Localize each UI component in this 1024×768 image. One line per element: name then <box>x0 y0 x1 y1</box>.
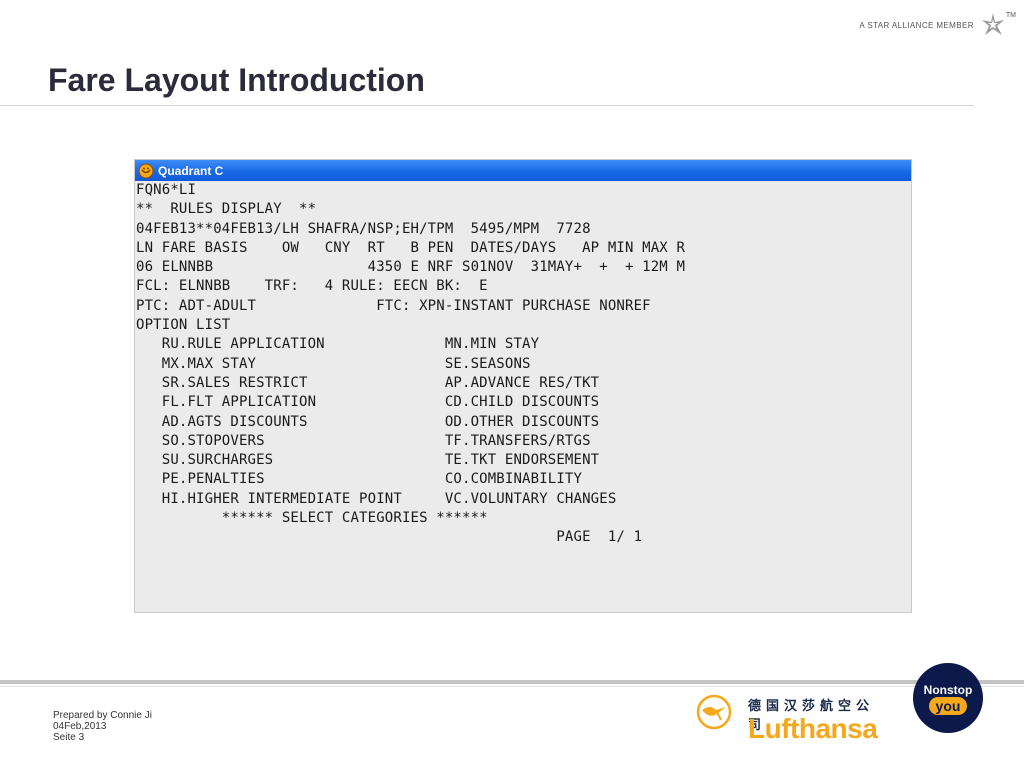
terminal-line: LN FARE BASIS OW CNY RT B PEN DATES/DAYS… <box>136 239 686 256</box>
footer-date: 04Feb,2013 <box>53 721 107 732</box>
terminal-line: SU.SURCHARGES TE.TKT ENDORSEMENT <box>136 452 600 469</box>
terminal-line: PE.PENALTIES CO.COMBINABILITY <box>136 471 583 488</box>
terminal-line: HI.HIGHER INTERMEDIATE POINT VC.VOLUNTAR… <box>136 490 617 507</box>
footer-meta: Prepared by Connie Ji 04Feb,2013 Seite 3 <box>53 710 152 743</box>
slide-title: Fare Layout Introduction <box>48 62 425 98</box>
terminal-line: SO.STOPOVERS TF.TRANSFERS/RTGS <box>136 432 591 449</box>
window-title: Quadrant C <box>158 163 224 178</box>
terminal-line: RU.RULE APPLICATION MN.MIN STAY <box>136 336 540 353</box>
terminal-line: PAGE 1/ 1 <box>136 529 643 546</box>
terminal-line: OPTION LIST <box>136 317 231 334</box>
footer-band <box>0 680 1024 684</box>
nonstop-you-badge: Nonstop you <box>913 663 983 733</box>
star-alliance-text: A STAR ALLIANCE MEMBER <box>859 20 974 30</box>
terminal-line: SR.SALES RESTRICT AP.ADVANCE RES/TKT <box>136 374 600 391</box>
nonstop-text: Nonstop <box>923 683 973 697</box>
terminal-line: 06 ELNNBB 4350 E NRF S01NOV 31MAY+ + + 1… <box>136 259 686 276</box>
terminal-line: MX.MAX STAY SE.SEASONS <box>136 355 531 372</box>
you-text: you <box>935 698 961 714</box>
terminal-window: Quadrant C FQN6*LI ** RULES DISPLAY ** 0… <box>134 159 912 613</box>
terminal-line: ****** SELECT CATEGORIES ****** <box>136 510 488 527</box>
terminal-line: FQN6*LI <box>136 182 197 198</box>
page-number: Seite 3 <box>53 732 85 743</box>
terminal-screen[interactable]: FQN6*LI ** RULES DISPLAY ** 04FEB13**04F… <box>135 181 911 548</box>
terminal-line: FL.FLT APPLICATION CD.CHILD DISCOUNTS <box>136 394 600 411</box>
terminal-line: AD.AGTS DISCOUNTS OD.OTHER DISCOUNTS <box>136 413 600 430</box>
lufthansa-crane-logo-icon <box>696 694 732 730</box>
you-pill: you <box>929 697 967 715</box>
lufthansa-wordmark: Lufthansa <box>748 713 878 744</box>
terminal-line: FCL: ELNNBB TRF: 4 RULE: EECN BK: E <box>136 278 488 295</box>
window-title-bar[interactable]: Quadrant C <box>135 160 911 181</box>
footer-line <box>0 686 1024 687</box>
title-divider <box>0 105 974 106</box>
quadrant-app-icon <box>138 163 154 178</box>
terminal-line: PTC: ADT-ADULT FTC: XPN-INSTANT PURCHASE… <box>136 297 651 314</box>
trademark-mark: TM <box>1005 12 1016 19</box>
terminal-line: ** RULES DISPLAY ** <box>136 201 317 218</box>
terminal-line: 04FEB13**04FEB13/LH SHAFRA/NSP;EH/TPM 54… <box>136 220 591 237</box>
prepared-by: Prepared by Connie Ji <box>53 710 152 721</box>
star-alliance-icon <box>981 13 1004 35</box>
star-alliance-badge: A STAR ALLIANCE MEMBER TM <box>859 12 1016 38</box>
